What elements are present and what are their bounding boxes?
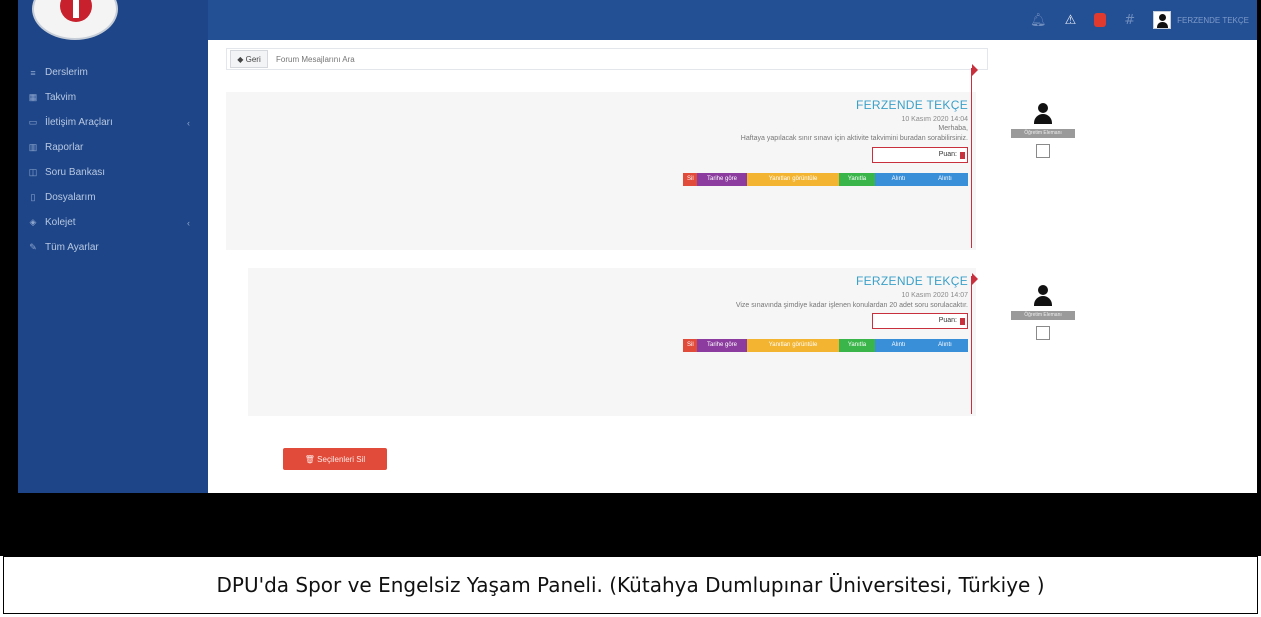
select-post-checkbox[interactable]: [1036, 144, 1050, 158]
forum-post: FERZENDE TEKÇE 10 Kasım 2020 14:04 Merha…: [226, 92, 976, 250]
sidebar-item-derslerim[interactable]: ≡ Derslerim: [18, 60, 208, 85]
view-replies-button[interactable]: Yanıtları görüntüle: [747, 339, 839, 352]
sidebar-item-label: Takvim: [45, 92, 77, 103]
delete-selected-button[interactable]: 🗑 Seçilenleri Sil: [283, 448, 387, 470]
notification-badge-icon[interactable]: [1094, 13, 1107, 27]
bell-icon[interactable]: 🔔︎: [1030, 13, 1047, 28]
sidebar-item-label: Kolejet: [45, 217, 76, 228]
sidebar-item-dosyalarim[interactable]: ▯ Dosyalarım: [18, 185, 208, 210]
user-avatar-icon: [1032, 103, 1054, 125]
post-divider-line: [971, 276, 972, 414]
chevron-left-icon: ‹: [187, 217, 190, 228]
black-band: [0, 493, 1261, 556]
sidebar-item-label: İletişim Araçları: [45, 117, 113, 128]
quote-button[interactable]: Alıntı: [875, 339, 922, 352]
page: 🔔︎ ⚠︎ # FERZENDE TEKÇE ≡ Derslerim ▦ Tak…: [0, 0, 1261, 617]
post-marker-icon: [972, 64, 978, 76]
user-role-badge: Öğretim Elemanı: [1011, 311, 1075, 320]
frame-right: [1257, 0, 1261, 493]
post-date: 10 Kasım 2020 14:04: [901, 116, 968, 123]
post-divider-line: [971, 68, 972, 248]
sidebar-item-iletisim-araclari[interactable]: ▭ İletişim Araçları ‹: [18, 110, 208, 135]
warning-icon[interactable]: ⚠︎: [1065, 13, 1077, 28]
post-user-card: Öğretim Elemanı: [1008, 103, 1078, 158]
post-author[interactable]: FERZENDE TEKÇE: [856, 274, 968, 288]
calendar-icon: ▦: [28, 92, 38, 102]
avatar: [1153, 11, 1172, 29]
user-role-badge: Öğretim Elemanı: [1011, 129, 1075, 138]
quote-button[interactable]: Alıntı: [922, 173, 968, 186]
chevron-left-icon: ‹: [187, 117, 190, 128]
forum-search-input[interactable]: [276, 50, 976, 68]
post-author[interactable]: FERZENDE TEKÇE: [856, 98, 968, 112]
sort-by-date-button[interactable]: Tarihe göre: [697, 339, 747, 352]
post-marker-icon: [972, 273, 978, 285]
sort-by-date-button[interactable]: Tarihe göre: [697, 173, 747, 186]
settings-icon: ✎: [29, 242, 37, 252]
reply-button[interactable]: Yanıtla: [839, 339, 875, 352]
book-icon: ≡: [30, 67, 36, 78]
post-text: Vize sınavında şimdiye kadar işlenen kon…: [735, 302, 968, 309]
post-action-buttons: Sil Tarihe göre Yanıtları görüntüle Yanı…: [683, 173, 968, 186]
chart-icon: ▥: [28, 142, 38, 152]
sidebar: ≡ Derslerim ▦ Takvim ▭ İletişim Araçları…: [18, 0, 208, 493]
quote-button[interactable]: Alıntı: [875, 173, 922, 186]
sidebar-item-raporlar[interactable]: ▥ Raporlar: [18, 135, 208, 160]
image-caption: DPU'da Spor ve Engelsiz Yaşam Paneli. (K…: [216, 573, 1045, 597]
post-body: FERZENDE TEKÇE 10 Kasım 2020 14:04 Merha…: [548, 92, 968, 242]
score-field[interactable]: Puan:: [872, 147, 968, 163]
frame-left: [0, 0, 18, 493]
chat-icon: ▭: [28, 117, 38, 127]
delete-post-button[interactable]: Sil: [683, 173, 697, 186]
user-menu[interactable]: FERZENDE TEKÇE: [1153, 11, 1249, 29]
reply-button[interactable]: Yanıtla: [839, 173, 875, 186]
hash-icon[interactable]: #: [1124, 13, 1135, 28]
top-bar-icons: 🔔︎ ⚠︎ # FERZENDE TEKÇE: [1030, 4, 1249, 36]
score-field[interactable]: Puan:: [872, 313, 968, 329]
forum-toolbar: ◆ Geri: [226, 48, 988, 70]
forum-post: FERZENDE TEKÇE 10 Kasım 2020 14:07 Vize …: [248, 268, 976, 416]
screenshot: 🔔︎ ⚠︎ # FERZENDE TEKÇE ≡ Derslerim ▦ Tak…: [18, 0, 1257, 493]
delete-post-button[interactable]: Sil: [683, 339, 697, 352]
sidebar-item-label: Tüm Ayarlar: [45, 242, 99, 253]
sidebar-item-label: Soru Bankası: [45, 167, 106, 178]
view-replies-button[interactable]: Yanıtları görüntüle: [747, 173, 839, 186]
sidebar-menu: ≡ Derslerim ▦ Takvim ▭ İletişim Araçları…: [18, 60, 208, 260]
caption-box: DPU'da Spor ve Engelsiz Yaşam Paneli. (K…: [3, 556, 1258, 614]
post-text: Merhaba,: [938, 125, 968, 132]
post-date: 10 Kasım 2020 14:07: [901, 292, 968, 299]
sidebar-item-label: Derslerim: [45, 67, 88, 78]
user-avatar-icon: [1032, 285, 1054, 307]
quote-button[interactable]: Alıntı: [922, 339, 968, 352]
sidebar-item-soru-bankasi[interactable]: ◫ Soru Bankası: [18, 160, 208, 185]
post-body: FERZENDE TEKÇE 10 Kasım 2020 14:07 Vize …: [548, 268, 968, 408]
back-button[interactable]: ◆ Geri: [230, 50, 268, 68]
folder-icon: ▯: [30, 192, 36, 202]
sidebar-item-takvim[interactable]: ▦ Takvim: [18, 85, 208, 110]
post-text: Haftaya yapılacak sınır sınavı için akti…: [740, 135, 968, 142]
post-user-card: Öğretim Elemanı: [1008, 285, 1078, 340]
sidebar-item-tum-ayarlar[interactable]: ✎ Tüm Ayarlar: [18, 235, 208, 260]
sidebar-item-kolejet[interactable]: ◈ Kolejet ‹: [18, 210, 208, 235]
post-action-buttons: Sil Tarihe göre Yanıtları görüntüle Yanı…: [683, 339, 968, 352]
sidebar-item-label: Raporlar: [45, 142, 84, 153]
user-name: FERZENDE TEKÇE: [1177, 15, 1249, 25]
graduation-icon: ◈: [29, 217, 37, 227]
database-icon: ◫: [28, 167, 38, 177]
university-logo[interactable]: [32, 0, 118, 40]
sidebar-item-label: Dosyalarım: [45, 192, 96, 203]
select-post-checkbox[interactable]: [1036, 326, 1050, 340]
